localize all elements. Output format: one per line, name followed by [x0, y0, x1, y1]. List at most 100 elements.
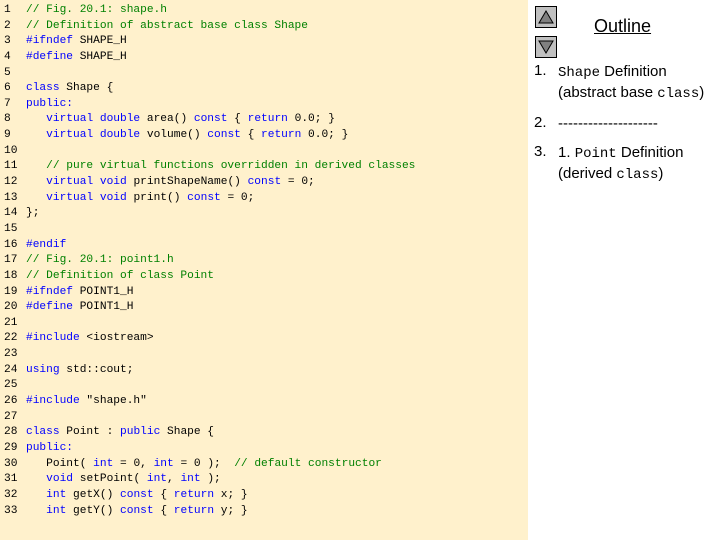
code-line: 7 public:	[4, 97, 415, 113]
code-line: 3 #ifndef SHAPE_H	[4, 34, 415, 50]
line-number: 27	[4, 410, 18, 423]
code-comment: // Fig. 20.1: shape.h	[26, 4, 167, 16]
line-number: 23	[4, 348, 18, 361]
line-number: 5	[4, 66, 11, 79]
outline-code-term: Point	[574, 146, 617, 162]
code-text: getY()	[66, 504, 121, 517]
code-line: 11 // pure virtual functions overridden …	[4, 159, 415, 175]
code-keyword: int	[46, 504, 67, 517]
triangle-down-icon	[538, 40, 554, 54]
code-text: std::cout;	[59, 363, 134, 376]
code-keyword: #define	[26, 50, 73, 63]
code-comment: // pure virtual functions overridden in …	[26, 160, 416, 173]
code-text: {	[227, 113, 248, 126]
outline-item: 2. --------------------	[534, 114, 716, 133]
code-keyword: return	[173, 504, 215, 517]
code-line: 23	[4, 347, 415, 363]
code-line: 24 using std::cout;	[4, 363, 415, 379]
outline-item-number: 1.	[534, 62, 547, 79]
code-line: 29 public:	[4, 441, 415, 457]
code-line: 32 int getX() const { return x; }	[4, 488, 415, 504]
code-line: 25	[4, 378, 415, 394]
code-keyword: int	[153, 457, 174, 470]
code-text: ,	[167, 473, 181, 486]
code-comment: // Definition of class Point	[26, 269, 214, 282]
code-keyword: class	[26, 82, 60, 95]
code-line: 4 #define SHAPE_H	[4, 50, 415, 66]
line-number: 10	[4, 144, 18, 157]
code-listing: 1 // Fig. 20.1: shape.h 2 // Definition of …	[4, 3, 415, 519]
line-number: 15	[4, 222, 18, 235]
code-keyword: virtual void	[46, 191, 127, 204]
code-line: 13 virtual void print() const = 0;	[4, 191, 415, 207]
code-keyword: public:	[26, 97, 73, 110]
code-line: 14};	[4, 206, 415, 222]
line-number: 28	[4, 426, 18, 439]
code-keyword: const	[247, 176, 282, 189]
outline-item: 1. Shape Definition (abstract base class…	[534, 62, 716, 104]
code-keyword: #ifndef	[26, 35, 73, 48]
code-line: 30 Point( int = 0, int = 0 ); // default…	[4, 457, 415, 473]
code-keyword: public:	[26, 441, 73, 454]
code-keyword: virtual double	[46, 129, 141, 142]
line-number: 20	[4, 301, 18, 314]
code-text: SHAPE_H	[73, 50, 127, 63]
code-line: 31 void setPoint( int, int );	[4, 472, 415, 488]
code-comment: // Fig. 20.1: point1.h	[26, 254, 174, 267]
code-line: 12 virtual void printShapeName() const =…	[4, 175, 415, 191]
code-comment: // default constructor	[234, 457, 382, 470]
previous-slide-button[interactable]	[535, 6, 557, 28]
code-line: 2 // Definition of abstract base class Sh…	[4, 19, 415, 35]
code-keyword: #include	[26, 395, 80, 408]
code-text: 0.0; }	[301, 129, 349, 142]
code-line: 17 // Fig. 20.1: point1.h	[4, 253, 415, 269]
code-line: 5	[4, 66, 415, 82]
outline-item: 3. 1. Point Definition (derived class)	[534, 143, 716, 185]
code-line: 26 #include "shape.h"	[4, 394, 415, 410]
code-line: 15	[4, 222, 415, 238]
line-number: 18	[4, 269, 18, 282]
code-line: 22 #include <iostream>	[4, 331, 415, 347]
outline-code-term: Shape	[558, 65, 601, 81]
line-number: 3	[4, 35, 11, 48]
code-line: 27	[4, 410, 415, 426]
code-keyword: int	[180, 473, 201, 486]
code-text: SHAPE_H	[73, 35, 127, 48]
code-keyword: #define	[26, 301, 73, 314]
code-line: 1 // Fig. 20.1: shape.h	[4, 3, 415, 19]
code-text: POINT1_H	[73, 301, 134, 314]
outline-title[interactable]: Outline	[594, 16, 651, 37]
code-text: = 0;	[220, 191, 255, 204]
code-keyword: class	[26, 426, 60, 439]
code-keyword: #include	[26, 332, 80, 345]
outline-item-number: 3.	[534, 143, 547, 160]
code-text: printShapeName()	[126, 176, 248, 189]
code-keyword: int	[46, 488, 67, 501]
code-keyword: return	[173, 488, 215, 501]
outline-item-number: 2.	[534, 114, 547, 131]
code-listing-panel: 1 // Fig. 20.1: shape.h 2 // Definition of …	[0, 0, 528, 540]
outline-code-term: class	[657, 86, 700, 102]
code-line: 18 // Definition of class Point	[4, 269, 415, 285]
line-number: 2	[4, 19, 11, 32]
code-line: 9 virtual double volume() const { return…	[4, 128, 415, 144]
code-line: 21	[4, 316, 415, 332]
code-line: 10	[4, 144, 415, 160]
next-slide-button[interactable]	[535, 36, 557, 58]
line-number: 14	[4, 207, 18, 220]
code-keyword: virtual void	[46, 176, 127, 189]
code-line: 6 class Shape {	[4, 81, 415, 97]
code-text: getX()	[66, 488, 121, 501]
line-number: 11	[4, 160, 18, 173]
outline-item-text: --------------------	[558, 115, 658, 132]
code-line: 33 int getY() const { return y; }	[4, 504, 415, 520]
code-keyword: const	[207, 129, 241, 142]
line-number: 13	[4, 191, 18, 204]
code-keyword: using	[26, 363, 60, 376]
line-number: 6	[4, 82, 11, 95]
